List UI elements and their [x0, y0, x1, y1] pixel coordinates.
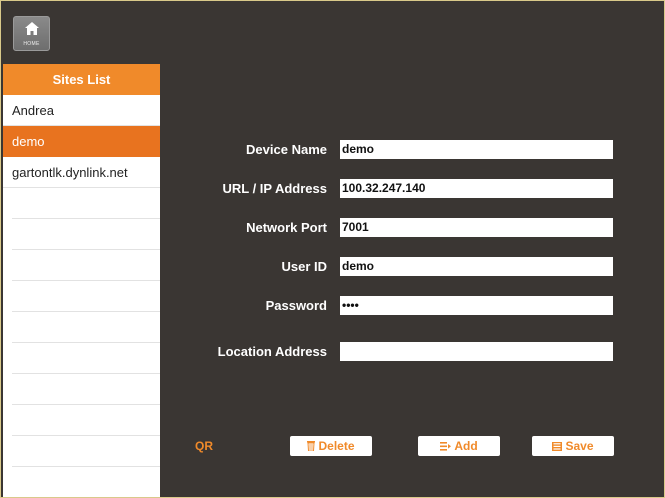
add-button[interactable]: Add	[418, 436, 500, 456]
save-button[interactable]: Save	[532, 436, 614, 456]
network-port-field[interactable]	[340, 218, 613, 237]
device-name-field[interactable]	[340, 140, 613, 159]
save-label: Save	[565, 439, 594, 453]
empty-list-row	[12, 374, 160, 405]
app-frame: HOME Sites List Andrea demo gartontlk.dy…	[0, 0, 665, 498]
empty-list-row	[12, 312, 160, 343]
sites-list-header: Sites List	[3, 64, 160, 95]
url-field[interactable]	[340, 179, 613, 198]
sites-list: Sites List Andrea demo gartontlk.dynlink…	[3, 64, 160, 497]
home-icon	[25, 22, 39, 35]
empty-list-row	[12, 436, 160, 467]
empty-list-row	[12, 405, 160, 436]
user-id-label: User ID	[281, 259, 327, 274]
home-label: HOME	[23, 41, 40, 47]
url-label: URL / IP Address	[222, 181, 327, 196]
location-address-field[interactable]	[340, 342, 613, 361]
password-field[interactable]	[340, 296, 613, 315]
add-list-icon	[440, 442, 452, 451]
delete-label: Delete	[318, 439, 355, 453]
trash-icon	[307, 441, 316, 451]
save-icon	[552, 442, 563, 451]
delete-button[interactable]: Delete	[290, 436, 372, 456]
home-button[interactable]: HOME	[13, 16, 50, 51]
add-label: Add	[454, 439, 478, 453]
user-id-field[interactable]	[340, 257, 613, 276]
network-port-label: Network Port	[246, 220, 327, 235]
device-name-label: Device Name	[246, 142, 327, 157]
site-item-andrea[interactable]: Andrea	[3, 95, 160, 126]
password-label: Password	[265, 298, 327, 313]
location-address-label: Location Address	[217, 344, 327, 359]
qr-button[interactable]: QR	[195, 439, 213, 453]
